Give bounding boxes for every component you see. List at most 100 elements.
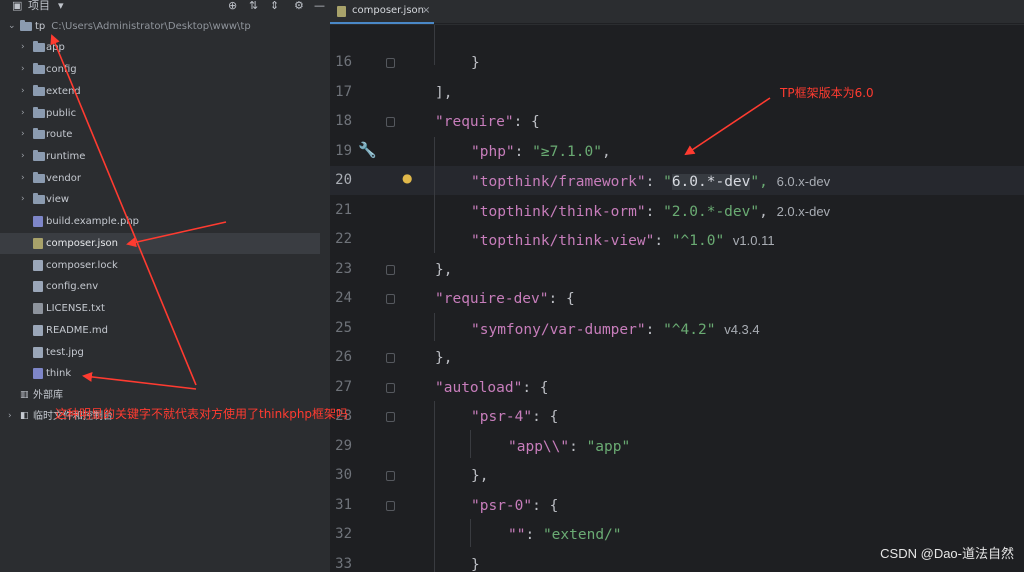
token: } — [471, 557, 480, 572]
fold-marker-icon[interactable] — [386, 265, 395, 275]
project-title[interactable]: 项目 — [28, 0, 50, 12]
code-line-33: } — [471, 551, 480, 572]
code-editor[interactable]: 16 17 18 19 20 21 22 23 24 25 26 27 28 2… — [330, 25, 1024, 572]
tree-folder-config[interactable]: › config — [0, 59, 320, 80]
chevron-right-icon[interactable]: › — [21, 81, 25, 102]
file-icon — [33, 260, 43, 271]
tree-folder-view[interactable]: › view — [0, 189, 320, 210]
annotation-version-note: TP框架版本为6.0 — [780, 86, 874, 100]
token: }, — [435, 262, 453, 278]
tree-folder-public[interactable]: › public — [0, 103, 320, 124]
markdown-file-icon — [33, 325, 43, 336]
indent-guide — [470, 430, 471, 458]
chevron-right-icon[interactable]: › — [21, 146, 25, 167]
fold-marker-icon[interactable] — [386, 501, 395, 511]
minimize-icon[interactable]: — — [314, 0, 325, 12]
token: : { — [513, 114, 540, 130]
indent-guide — [434, 313, 435, 341]
chevron-right-icon[interactable]: › — [21, 189, 25, 210]
token: : — [645, 174, 664, 190]
code-line-27: "autoload": { — [435, 374, 549, 403]
json-key: "topthink/think-orm" — [471, 204, 646, 220]
indent-guide — [470, 519, 471, 547]
json-key: "topthink/think-view" — [471, 233, 655, 249]
tree-folder-extend[interactable]: › extend — [0, 81, 320, 102]
chevron-right-icon[interactable]: › — [21, 124, 25, 145]
tree-file-composer-lock[interactable]: composer.lock — [0, 255, 320, 276]
version-hint: 2.0.x-dev — [776, 204, 831, 219]
json-key: "" — [508, 527, 526, 543]
token: }, — [435, 350, 453, 366]
chevron-down-icon[interactable]: ▾ — [58, 0, 64, 12]
tree-folder-route[interactable]: › route — [0, 124, 320, 145]
collapse-all-icon[interactable]: ⇕ — [270, 0, 279, 12]
close-icon[interactable]: × — [422, 0, 430, 22]
code-line-28: "psr-4": { — [471, 403, 558, 432]
chevron-right-icon[interactable]: › — [21, 37, 25, 58]
chevron-right-icon[interactable]: › — [21, 59, 25, 80]
line-number: 18 — [335, 113, 352, 129]
tree-file-test-jpg[interactable]: test.jpg — [0, 342, 320, 363]
file-icon — [33, 281, 43, 292]
code-line-17: ], — [435, 79, 452, 108]
watermark: CSDN @Dao-道法自然 — [880, 546, 1014, 561]
lightbulb-icon[interactable]: ● — [402, 171, 412, 185]
fold-marker-icon[interactable] — [386, 294, 395, 304]
tree-root[interactable]: ⌄ tp C:\Users\Administrator\Desktop\www\t… — [0, 16, 320, 37]
json-key: "psr-0" — [471, 498, 533, 514]
gear-icon[interactable]: ⚙ — [294, 0, 304, 12]
code-line-29: "app\\": "app" — [508, 433, 630, 462]
token: ], — [435, 85, 453, 101]
chevron-right-icon[interactable]: › — [8, 406, 12, 427]
line-number: 31 — [335, 497, 352, 513]
tree-folder-vendor[interactable]: › vendor — [0, 168, 320, 189]
line-number: 24 — [335, 290, 352, 306]
chevron-down-icon[interactable]: ⌄ — [8, 16, 16, 37]
version-hint: v4.3.4 — [724, 322, 760, 337]
folder-label: vendor — [46, 173, 81, 184]
tree-external-libraries[interactable]: ▥ 外部库 — [0, 385, 320, 406]
tree-file-readme-md[interactable]: README.md — [0, 320, 320, 341]
tree-file-think[interactable]: think — [0, 363, 320, 384]
chevron-right-icon[interactable]: › — [21, 168, 25, 189]
file-label: composer.json — [46, 238, 119, 249]
folder-icon — [33, 41, 45, 52]
line-number: 19 — [335, 143, 352, 159]
php-file-icon — [33, 368, 43, 379]
fold-marker-icon[interactable] — [386, 471, 395, 481]
folder-label: app — [46, 42, 65, 53]
code-line-16: } — [471, 49, 480, 78]
line-number: 30 — [335, 467, 352, 483]
folder-icon — [33, 172, 45, 183]
tree-folder-app[interactable]: › app — [0, 37, 320, 58]
expand-all-icon[interactable]: ⇅ — [249, 0, 258, 12]
tree-folder-runtime[interactable]: › runtime — [0, 146, 320, 167]
json-value: "extend/" — [542, 527, 622, 543]
root-name: tp — [35, 21, 46, 32]
chevron-right-icon[interactable]: › — [21, 103, 25, 124]
tab-composer-json[interactable]: composer.json × — [330, 0, 434, 24]
fold-marker-icon[interactable] — [386, 353, 395, 363]
fold-marker-icon[interactable] — [386, 412, 395, 422]
wrench-icon[interactable]: 🔧 — [358, 141, 377, 159]
line-number: 33 — [335, 556, 352, 572]
fold-marker-icon[interactable] — [386, 117, 395, 127]
folder-icon — [33, 193, 45, 204]
token: : — [654, 233, 672, 249]
tree-file-composer-json[interactable]: composer.json — [0, 233, 320, 254]
editor-tab-bar: composer.json × — [330, 0, 1024, 24]
json-key: "symfony/var-dumper" — [471, 322, 646, 338]
json-key: "topthink/framework" — [471, 174, 646, 190]
folder-icon — [20, 20, 32, 31]
tree-file-build-example-php[interactable]: build.example.php — [0, 211, 320, 232]
fold-marker-icon[interactable] — [386, 58, 395, 68]
fold-marker-icon[interactable] — [386, 383, 395, 393]
json-value-end: ", — [750, 174, 768, 190]
project-view-icon[interactable]: ▣ — [12, 0, 22, 12]
locate-icon[interactable]: ⊕ — [228, 0, 237, 12]
line-number: 20 — [335, 172, 352, 188]
tab-label: composer.json — [352, 5, 425, 16]
folder-icon — [33, 128, 45, 139]
tree-file-config-env[interactable]: config.env — [0, 276, 320, 297]
tree-file-license-txt[interactable]: LICENSE.txt — [0, 298, 320, 319]
